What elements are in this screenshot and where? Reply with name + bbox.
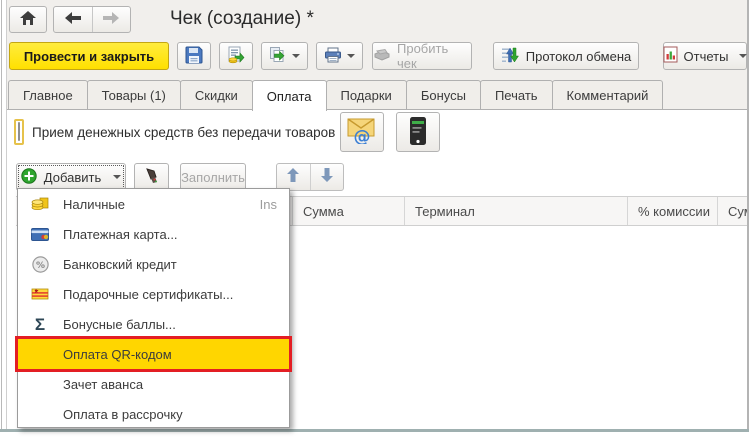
menu-item-label: Бонусные баллы... xyxy=(63,317,176,332)
menu-item-label: Зачет аванса xyxy=(63,377,143,392)
fill-button[interactable]: Заполнить xyxy=(180,163,246,191)
tab-tovary[interactable]: Товары (1) xyxy=(87,80,181,110)
menu-item-advance-offset[interactable]: Зачет аванса xyxy=(18,369,289,399)
tab-bonusy[interactable]: Бонусы xyxy=(406,80,481,110)
svg-text:%: % xyxy=(35,261,44,271)
checkbox-focus-ring xyxy=(14,119,24,145)
home-button[interactable] xyxy=(9,6,47,33)
move-up-button[interactable] xyxy=(277,164,310,190)
add-button[interactable]: Добавить xyxy=(16,163,126,191)
tab-pechat[interactable]: Печать xyxy=(480,80,553,110)
menu-item-bank-credit[interactable]: % Банковский кредит xyxy=(18,249,289,279)
tab-oplata[interactable]: Оплата xyxy=(252,80,327,111)
sigma-icon: Σ xyxy=(30,316,50,333)
barcode-scanner-icon xyxy=(144,167,160,188)
exchange-arrows-icon xyxy=(501,46,519,67)
window-frame-left-inner xyxy=(6,0,7,431)
menu-item-label: Наличные xyxy=(63,197,125,212)
page-title: Чек (создание) * xyxy=(170,8,314,30)
menu-item-shortcut: Ins xyxy=(260,197,277,212)
receipt-window: Чек (создание) * Провести и закрыть xyxy=(0,0,755,437)
menu-item-qr-payment[interactable]: Оплата QR-кодом xyxy=(18,339,289,369)
menu-item-installment-payment[interactable]: Оплата в рассрочку xyxy=(18,399,289,429)
reports-label: Отчеты xyxy=(684,49,729,64)
checkbox-row: Прием денежных средств без передачи това… xyxy=(7,119,335,145)
menu-item-gift-certificates[interactable]: Подарочные сертификаты... xyxy=(18,279,289,309)
window-frame-bottom xyxy=(0,429,749,432)
exchange-protocol-label: Протокол обмена xyxy=(526,49,632,64)
column-header-summa[interactable]: Сумма xyxy=(293,197,405,225)
punch-check-button[interactable]: Пробить чек xyxy=(372,42,472,70)
printer-icon xyxy=(324,47,342,66)
menu-item-label: Оплата QR-кодом xyxy=(63,347,172,362)
menu-item-label: Банковский кредит xyxy=(63,257,177,272)
menu-item-label: Платежная карта... xyxy=(63,227,178,242)
move-row-buttons xyxy=(276,163,344,191)
percent-icon: % xyxy=(30,256,50,273)
no-goods-transfer-checkbox[interactable] xyxy=(18,122,20,141)
back-button[interactable] xyxy=(54,7,92,32)
no-goods-transfer-label: Прием денежных средств без передачи това… xyxy=(32,125,335,140)
menu-item-label: Подарочные сертификаты... xyxy=(63,287,233,302)
barcode-scanner-button[interactable] xyxy=(134,163,169,191)
window-frame-right xyxy=(747,0,749,431)
tab-skidki[interactable]: Скидки xyxy=(180,80,253,110)
punch-check-label: Пробить чек xyxy=(397,41,471,71)
home-icon xyxy=(20,11,36,28)
add-caret-icon xyxy=(113,175,121,179)
tab-bar: Главное Товары (1) Скидки Оплата Подарки… xyxy=(7,80,747,110)
arrow-down-icon xyxy=(321,168,333,187)
save-icon xyxy=(185,46,203,67)
back-arrow-icon xyxy=(65,11,81,29)
create-based-on-caret-icon xyxy=(292,54,300,58)
window-frame-left xyxy=(1,0,2,431)
column-header-commission[interactable]: % комиссии xyxy=(628,197,718,225)
column-header-summa2[interactable]: Сумм xyxy=(718,197,748,225)
post-and-close-button[interactable]: Провести и закрыть xyxy=(9,42,169,70)
save-button[interactable] xyxy=(177,42,211,70)
add-plus-icon xyxy=(21,168,37,187)
print-button[interactable] xyxy=(316,42,363,70)
print-caret-icon xyxy=(347,54,355,58)
menu-item-bonus-points[interactable]: Σ Бонусные баллы... xyxy=(18,309,289,339)
gift-certificate-icon xyxy=(30,287,50,301)
add-button-label: Добавить xyxy=(44,170,101,185)
post-document-button[interactable] xyxy=(219,42,253,70)
copy-document-icon xyxy=(269,46,287,67)
fill-button-label: Заполнить xyxy=(181,170,245,185)
tab-kommentariy[interactable]: Комментарий xyxy=(552,80,664,110)
forward-arrow-icon xyxy=(103,11,119,29)
svg-text:@: @ xyxy=(354,127,371,144)
menu-item-label: Оплата в рассрочку xyxy=(63,407,183,422)
exchange-protocol-button[interactable]: Протокол обмена xyxy=(493,42,639,70)
payment-card-icon xyxy=(30,228,50,241)
move-down-button[interactable] xyxy=(310,164,344,190)
create-based-on-button[interactable] xyxy=(261,42,308,70)
add-dropdown-menu: Наличные Ins Платежная карта... % xyxy=(17,188,290,428)
column-header-terminal[interactable]: Терминал xyxy=(405,197,628,225)
history-nav xyxy=(53,6,131,33)
email-icon: @ xyxy=(347,118,377,147)
cash-register-icon xyxy=(373,48,391,65)
tab-glavnoe[interactable]: Главное xyxy=(8,80,88,110)
menu-item-cash[interactable]: Наличные Ins xyxy=(18,189,289,219)
menu-item-payment-card[interactable]: Платежная карта... xyxy=(18,219,289,249)
mobile-phone-button[interactable] xyxy=(396,112,440,152)
tab-podarki[interactable]: Подарки xyxy=(326,80,407,110)
cash-icon xyxy=(30,196,50,212)
smartphone-icon xyxy=(408,116,428,149)
post-document-icon xyxy=(227,46,245,67)
report-chart-icon xyxy=(663,46,678,66)
send-email-button[interactable]: @ xyxy=(340,112,384,152)
forward-button[interactable] xyxy=(92,7,131,32)
arrow-up-icon xyxy=(287,168,299,187)
reports-button[interactable]: Отчеты xyxy=(663,42,747,70)
